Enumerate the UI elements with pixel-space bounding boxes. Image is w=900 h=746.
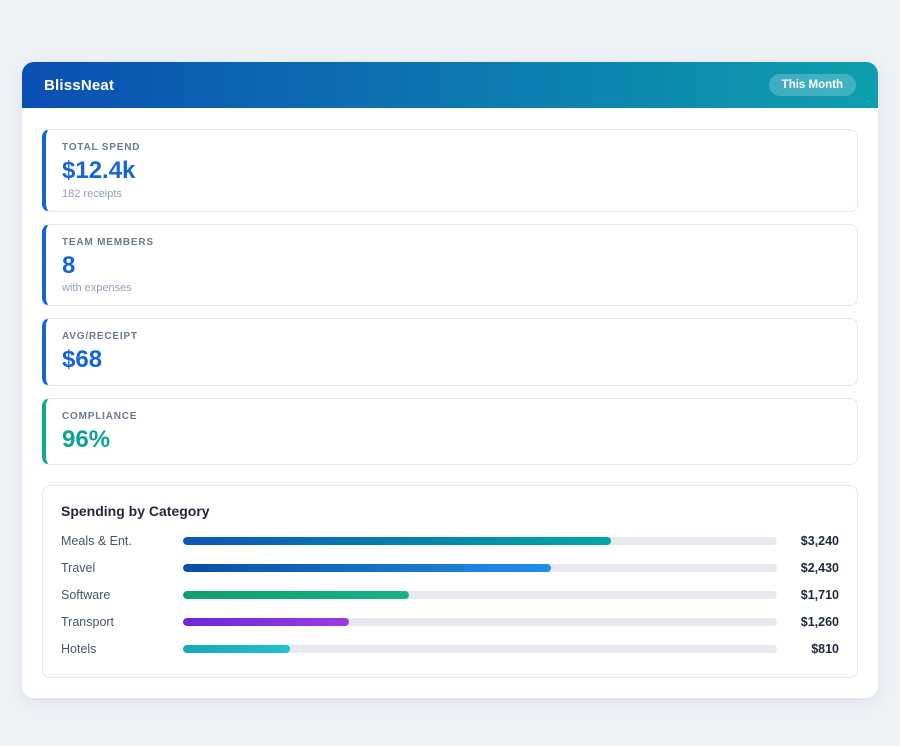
category-value: $1,710 (777, 588, 839, 602)
category-label: Transport (61, 615, 183, 629)
category-label: Meals & Ent. (61, 534, 183, 548)
category-value: $810 (777, 642, 839, 656)
chart-title: Spending by Category (61, 503, 839, 519)
stat-card-total-spend: TOTAL SPEND $12.4k 182 receipts (42, 129, 858, 212)
category-label: Travel (61, 561, 183, 575)
category-bar-track (183, 618, 777, 626)
spending-by-category-card: Spending by Category Meals & Ent. $3,240 T… (42, 485, 858, 678)
category-label: Software (61, 588, 183, 602)
stat-value: 96% (62, 426, 841, 454)
stat-card-compliance: COMPLIANCE 96% (42, 398, 858, 466)
category-row: Meals & Ent. $3,240 (61, 534, 839, 548)
app-title: BlissNeat (44, 77, 114, 94)
category-bar-list: Meals & Ent. $3,240 Travel $2,430 Software $1… (61, 534, 839, 656)
category-bar-track (183, 645, 777, 653)
stat-subtext: 182 receipts (62, 188, 841, 200)
category-bar-fill (183, 564, 551, 572)
stat-label: AVG/RECEIPT (62, 331, 841, 342)
stat-label: TEAM MEMBERS (62, 237, 841, 248)
stat-value: $12.4k (62, 157, 841, 185)
stat-value: 8 (62, 252, 841, 280)
category-value: $2,430 (777, 561, 839, 575)
category-bar-track (183, 537, 777, 545)
category-bar-track (183, 591, 777, 599)
stat-label: COMPLIANCE (62, 411, 841, 422)
dashboard-body: TOTAL SPEND $12.4k 182 receipts TEAM MEM… (22, 108, 878, 698)
category-bar-fill (183, 645, 290, 653)
stat-card-team-members: TEAM MEMBERS 8 with expenses (42, 224, 858, 307)
category-bar-fill (183, 537, 611, 545)
category-row: Software $1,710 (61, 588, 839, 602)
stat-card-avg-receipt: AVG/RECEIPT $68 (42, 318, 858, 386)
stat-value: $68 (62, 346, 841, 374)
category-bar-fill (183, 591, 409, 599)
category-row: Hotels $810 (61, 642, 839, 656)
stat-label: TOTAL SPEND (62, 142, 841, 153)
category-bar-fill (183, 618, 349, 626)
category-row: Transport $1,260 (61, 615, 839, 629)
dashboard-card: BlissNeat This Month TOTAL SPEND $12.4k … (22, 62, 878, 698)
stat-subtext: with expenses (62, 282, 841, 294)
category-value: $3,240 (777, 534, 839, 548)
category-label: Hotels (61, 642, 183, 656)
period-badge[interactable]: This Month (769, 74, 856, 96)
app-header: BlissNeat This Month (22, 62, 878, 108)
category-row: Travel $2,430 (61, 561, 839, 575)
category-bar-track (183, 564, 777, 572)
category-value: $1,260 (777, 615, 839, 629)
